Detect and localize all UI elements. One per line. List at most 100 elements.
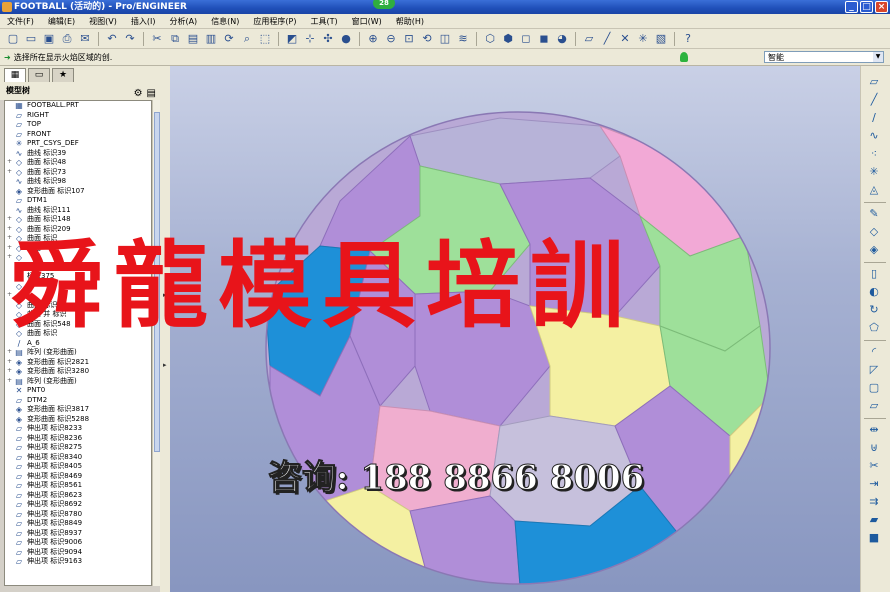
tree-item[interactable]: ∿ 曲线 标识39 bbox=[5, 149, 151, 159]
expand-icon[interactable]: + bbox=[6, 349, 13, 356]
find-icon[interactable]: ⌕ bbox=[240, 32, 254, 46]
expand-icon[interactable] bbox=[6, 482, 13, 489]
spin-center-icon[interactable]: ✣ bbox=[321, 32, 335, 46]
menu-edit[interactable]: 编辑(E) bbox=[41, 16, 82, 27]
style-icon[interactable]: ◈ bbox=[865, 242, 883, 258]
appearance-icon[interactable]: ◕ bbox=[555, 32, 569, 46]
tree-item[interactable]: + ◇ 曲面 标识48 bbox=[5, 158, 151, 168]
expand-icon[interactable]: + bbox=[6, 216, 13, 223]
datum-plane-icon[interactable]: ⏥ bbox=[865, 74, 883, 90]
tree-item[interactable]: ▱ 伸出项 标识8275 bbox=[5, 443, 151, 453]
tree-item[interactable]: ◈ 变形曲面 标识3817 bbox=[5, 405, 151, 415]
tree-item[interactable]: ◈ 变形曲面 标识107 bbox=[5, 187, 151, 197]
tab-folder-browser[interactable]: ▭ bbox=[28, 68, 50, 82]
expand-icon[interactable] bbox=[6, 121, 13, 128]
tab-favorites[interactable]: ★ bbox=[52, 68, 74, 82]
merge-icon[interactable]: ⊎ bbox=[865, 440, 883, 456]
hidden-line-icon[interactable]: ⬢ bbox=[501, 32, 515, 46]
sweep-icon[interactable]: ↻ bbox=[865, 302, 883, 318]
expand-icon[interactable]: + bbox=[6, 358, 13, 366]
mirror-icon[interactable]: ⇹ bbox=[865, 422, 883, 438]
tree-item[interactable]: ∿ 曲线 标识111 bbox=[5, 206, 151, 216]
refit-icon[interactable]: ⊡ bbox=[402, 32, 416, 46]
expand-icon[interactable] bbox=[6, 197, 13, 204]
tree-item[interactable]: ⏥ DTM1 bbox=[5, 196, 151, 206]
shell-icon[interactable]: ▢ bbox=[865, 380, 883, 396]
expand-icon[interactable] bbox=[6, 444, 13, 451]
menu-view[interactable]: 视图(V) bbox=[82, 16, 124, 27]
tree-item[interactable]: ✳ PRT_CSYS_DEF bbox=[5, 139, 151, 149]
minimize-button[interactable]: _ bbox=[845, 1, 858, 13]
expand-icon[interactable]: + bbox=[6, 377, 13, 385]
csys-icon[interactable]: ✳ bbox=[865, 164, 883, 180]
blend-icon[interactable]: ⬠ bbox=[865, 320, 883, 336]
expand-icon[interactable] bbox=[6, 112, 13, 119]
orient-icon[interactable]: ⊹ bbox=[303, 32, 317, 46]
rib-icon[interactable]: ▱ bbox=[865, 398, 883, 414]
solidify-icon[interactable]: ■ bbox=[865, 530, 883, 546]
tree-item[interactable]: ▱ 伸出项 标识8780 bbox=[5, 510, 151, 520]
select-box-icon[interactable]: ⬚ bbox=[258, 32, 272, 46]
expand-icon[interactable] bbox=[6, 207, 13, 214]
trim-icon[interactable]: ✂ bbox=[865, 458, 883, 474]
csys-icon[interactable]: ✳ bbox=[636, 32, 650, 46]
tree-item[interactable]: ▱ 伸出项 标识8233 bbox=[5, 424, 151, 434]
expand-arrow-icon[interactable]: ▸ bbox=[163, 361, 167, 369]
draft-icon[interactable]: ◸ bbox=[865, 362, 883, 378]
redo-icon[interactable]: ↷ bbox=[123, 32, 137, 46]
wireframe-icon[interactable]: ⬡ bbox=[483, 32, 497, 46]
extend-icon[interactable]: ⇥ bbox=[865, 476, 883, 492]
tree-root-item[interactable]: ▦ FOOTBALL.PRT bbox=[5, 101, 151, 111]
expand-icon[interactable] bbox=[6, 140, 13, 147]
expand-icon[interactable] bbox=[6, 397, 13, 404]
saved-views-icon[interactable]: ◫ bbox=[438, 32, 452, 46]
save-icon[interactable]: ▣ bbox=[42, 32, 56, 46]
expand-icon[interactable] bbox=[6, 539, 13, 546]
datum-point-icon[interactable]: ⁖ bbox=[865, 146, 883, 162]
tab-model-tree[interactable]: ▦ bbox=[4, 68, 26, 82]
tree-item[interactable]: ▱ 伸出项 标识8405 bbox=[5, 462, 151, 472]
tree-item[interactable]: ⏥ TOP bbox=[5, 120, 151, 130]
expand-icon[interactable] bbox=[6, 416, 13, 423]
tree-item[interactable]: + ◇ 曲面 标识148 bbox=[5, 215, 151, 225]
expand-icon[interactable]: + bbox=[6, 159, 13, 166]
tree-item[interactable]: + ▤ 阵列 (变形曲面) bbox=[5, 348, 151, 358]
zoom-out-icon[interactable]: ⊖ bbox=[384, 32, 398, 46]
tree-item[interactable]: + ▤ 阵列 (变形曲面) bbox=[5, 377, 151, 387]
tree-item[interactable]: ∿ 曲线 标识98 bbox=[5, 177, 151, 187]
sketch-curve-icon[interactable]: ∕ bbox=[865, 110, 883, 126]
expand-icon[interactable] bbox=[6, 178, 13, 185]
new-icon[interactable]: ▢ bbox=[6, 32, 20, 46]
layers-icon[interactable]: ≋ bbox=[456, 32, 470, 46]
expand-icon[interactable] bbox=[6, 511, 13, 518]
selection-filter-dropdown[interactable]: 智能 ▼ bbox=[764, 51, 884, 63]
datum-planes-icon[interactable]: ⏥ bbox=[582, 32, 596, 46]
tree-item[interactable]: ⏥ RIGHT bbox=[5, 111, 151, 121]
expand-icon[interactable] bbox=[6, 188, 13, 195]
expand-icon[interactable]: + bbox=[6, 368, 13, 375]
menu-insert[interactable]: 插入(I) bbox=[124, 16, 163, 27]
reorient-icon[interactable]: ⟲ bbox=[420, 32, 434, 46]
tree-item[interactable]: ▱ 伸出项 标识9094 bbox=[5, 548, 151, 558]
tree-item[interactable]: ✕ PNT0 bbox=[5, 386, 151, 396]
expand-icon[interactable] bbox=[6, 463, 13, 470]
undo-icon[interactable]: ↶ bbox=[105, 32, 119, 46]
print-icon[interactable]: ⎙ bbox=[60, 32, 74, 46]
menu-window[interactable]: 窗口(W) bbox=[345, 16, 389, 27]
cut-icon[interactable]: ✂ bbox=[150, 32, 164, 46]
tree-item[interactable]: ⏥ FRONT bbox=[5, 130, 151, 140]
tree-item[interactable]: + ◇ 曲面 标识73 bbox=[5, 168, 151, 178]
expand-icon[interactable] bbox=[6, 425, 13, 432]
context-help-icon[interactable]: ? bbox=[681, 32, 695, 46]
copy-icon[interactable]: ⧉ bbox=[168, 32, 182, 46]
expand-icon[interactable] bbox=[6, 150, 13, 157]
datum-points-icon[interactable]: ✕ bbox=[618, 32, 632, 46]
email-icon[interactable]: ✉ bbox=[78, 32, 92, 46]
tree-item[interactable]: + ◈ 变形曲面 标识3280 bbox=[5, 367, 151, 377]
chevron-down-icon[interactable]: ▼ bbox=[873, 52, 883, 62]
expand-icon[interactable] bbox=[6, 501, 13, 508]
expand-icon[interactable] bbox=[6, 102, 13, 109]
tree-item[interactable]: ▱ 伸出项 标识9163 bbox=[5, 557, 151, 567]
paste-special-icon[interactable]: ▥ bbox=[204, 32, 218, 46]
tree-item[interactable]: ▱ 伸出项 标识8937 bbox=[5, 529, 151, 539]
